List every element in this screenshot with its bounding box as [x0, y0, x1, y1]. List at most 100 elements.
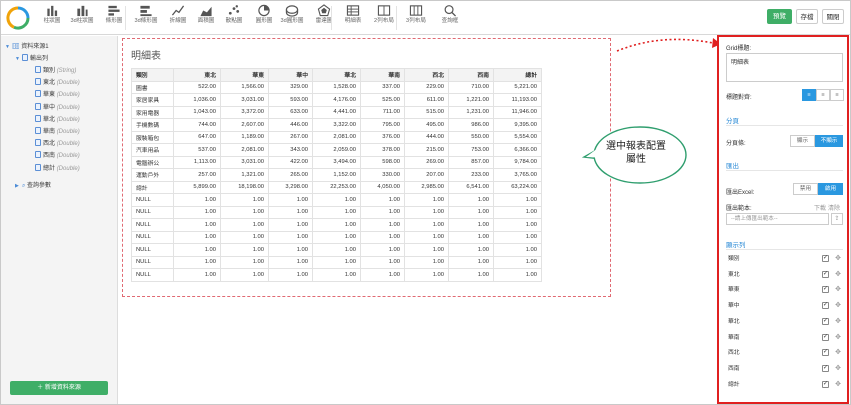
column-header[interactable]: 東北 [173, 68, 221, 82]
tree-field[interactable]: 西南 (Double) [35, 151, 80, 162]
horizontal-bar-chart-icon [108, 5, 120, 16]
tree-field[interactable]: 華東 (Double) [35, 90, 80, 101]
column-header[interactable]: 類別 [131, 68, 174, 82]
move-handle-icon[interactable]: ✥ [835, 333, 841, 343]
download-link[interactable]: 下載 [814, 203, 826, 212]
table-cell: 5,554.00 [493, 130, 542, 144]
column-header[interactable]: 華北 [312, 68, 361, 82]
display-column-item: 西南 ✓ ✥ [728, 364, 843, 374]
tree-query-params[interactable]: ▶ ⌕ 查詢參數 [15, 181, 51, 192]
move-handle-icon[interactable]: ✥ [835, 348, 841, 358]
move-handle-icon[interactable]: ✥ [835, 301, 841, 311]
grid-title-input[interactable]: 明細表 [726, 53, 843, 82]
table-cell: 1,566.00 [220, 80, 269, 94]
tree-output[interactable]: ▼ 輸出列 [15, 54, 48, 65]
field-icon [35, 66, 41, 73]
template-select[interactable]: --請上傳匯出範本-- [726, 213, 829, 225]
paging-hide-button[interactable]: 不顯示 [815, 135, 843, 147]
tool-scatter-chart[interactable]: 散點圖 [219, 4, 249, 32]
column-header[interactable]: 西南 [448, 68, 494, 82]
checkbox-checked-icon[interactable]: ✓ [822, 333, 829, 341]
add-datasource-button[interactable]: ＋ 新增資料來源 [10, 381, 108, 395]
paging-show-button[interactable]: 顯示 [790, 135, 815, 147]
excel-enable-button[interactable]: 啟用 [818, 183, 843, 195]
column-header[interactable]: 總計 [493, 68, 542, 82]
preview-button[interactable]: 預覽 [767, 9, 792, 24]
table-cell: 257.00 [173, 168, 221, 182]
tool-search[interactable]: 查詢框 [435, 4, 465, 32]
tree-field[interactable]: 華北 (Double) [35, 114, 80, 126]
table-row: NULL 1.00 1.00 1.00 1.00 1.00 1.00 1.00 1.00 [131, 218, 542, 232]
move-handle-icon[interactable]: ✥ [835, 380, 841, 390]
chevron-down-icon[interactable]: ▼ [15, 54, 22, 65]
field-type: (Double) [56, 129, 80, 135]
table-cell: 444.00 [404, 130, 449, 144]
table-cell: 633.00 [268, 105, 313, 119]
tree-datasource[interactable]: ▼ 🗄 資料來源1 [5, 42, 49, 53]
tree-field[interactable]: 類別 (String) [35, 66, 76, 77]
align-left-icon: ≡ [807, 92, 811, 98]
three-column-layout-icon [409, 5, 423, 16]
tool-label: 3列布局 [406, 18, 426, 24]
chevron-down-icon[interactable]: ▼ [5, 42, 12, 53]
tool-pie-chart[interactable]: 圓形圖 [249, 4, 279, 32]
table-cell: 1,043.00 [173, 105, 221, 119]
column-header[interactable]: 華南 [360, 68, 405, 82]
tool-three-column-layout[interactable]: 3列布局 [401, 4, 431, 32]
tool-3d-pie-chart[interactable]: 3d圓形圖 [277, 4, 307, 32]
tool-two-column-layout[interactable]: 2列布局 [369, 4, 399, 32]
field-name: 類別 [43, 68, 56, 74]
tool-line-chart[interactable]: 折線圖 [163, 4, 193, 32]
tree-field[interactable]: 華中 (Double) [35, 102, 80, 114]
align-right-button[interactable]: ≡ [830, 89, 844, 101]
tool-3d-bar-chart[interactable]: 3d柱狀圖 [67, 4, 97, 32]
tree-field[interactable]: 東北 (Double) [35, 78, 80, 89]
close-button[interactable]: 關閉 [822, 9, 844, 24]
tool-radar-chart[interactable]: 雷達圖 [309, 4, 339, 32]
checkbox-checked-icon[interactable]: ✓ [822, 317, 829, 325]
move-handle-icon[interactable]: ✥ [835, 270, 841, 280]
excel-disable-button[interactable]: 禁用 [793, 183, 818, 195]
checkbox-checked-icon[interactable]: ✓ [822, 302, 829, 310]
column-header[interactable]: 華中 [268, 68, 313, 82]
toolbar-divider [396, 6, 397, 30]
move-handle-icon[interactable]: ✥ [835, 364, 841, 374]
table-row: NULL 1.00 1.00 1.00 1.00 1.00 1.00 1.00 1.00 [131, 205, 542, 219]
table-cell: 495.00 [404, 118, 449, 132]
save-button[interactable]: 存檔 [796, 9, 818, 24]
align-left-button[interactable]: ≡ [802, 89, 816, 101]
move-handle-icon[interactable]: ✥ [835, 317, 841, 327]
checkbox-checked-icon[interactable]: ✓ [822, 349, 829, 357]
field-name: 華中 [43, 104, 56, 111]
tool-detail-table[interactable]: 明細表 [338, 4, 368, 32]
detail-table[interactable]: 類別 東北 華東 華中 華北 華南 西北 西南 總計 圖書 522.00 1,566.00 329.0… [131, 68, 542, 282]
column-header[interactable]: 華東 [220, 68, 269, 82]
upload-button[interactable]: ⇪ [831, 213, 843, 225]
tool-area-chart[interactable]: 面積圖 [191, 4, 221, 32]
checkbox-checked-icon[interactable]: ✓ [822, 270, 829, 278]
tree-field[interactable]: 西北 (Double) [35, 139, 80, 150]
datasource-sidebar: ▼ 🗄 資料來源1 ▼ 輸出列 類別 (String) 東北 (Double) 華東 (… [1, 36, 118, 404]
table-cell: 1.00 [220, 243, 269, 257]
tool-bar-chart[interactable]: 柱狀圖 [37, 4, 67, 32]
clear-link[interactable]: 清除 [828, 203, 840, 212]
toolbar-divider [331, 6, 332, 30]
column-header[interactable]: 西北 [404, 68, 449, 82]
checkbox-checked-icon[interactable]: ✓ [822, 286, 829, 294]
tool-3d-horizontal-bar-chart[interactable]: 3d條形圖 [131, 4, 161, 32]
field-name: 西南 [43, 153, 56, 160]
chevron-right-icon[interactable]: ▶ [15, 181, 22, 192]
tree-field[interactable]: 總計 (Double) [35, 163, 80, 175]
align-center-button[interactable]: ≡ [816, 89, 830, 101]
output-label: 輸出列 [30, 56, 49, 62]
table-cell: 1.00 [220, 218, 269, 232]
tree-field[interactable]: 華南 (Double) [35, 127, 80, 138]
checkbox-checked-icon[interactable]: ✓ [822, 255, 829, 262]
move-handle-icon[interactable]: ✥ [835, 254, 841, 264]
report-canvas[interactable]: 明細表 類別 東北 華東 華中 華北 華南 西北 西南 總計 圖書 522.00 1,566.00 3… [122, 38, 611, 297]
table-cell: 1.00 [312, 243, 361, 257]
checkbox-checked-icon[interactable]: ✓ [822, 380, 829, 388]
checkbox-checked-icon[interactable]: ✓ [822, 364, 829, 372]
display-column-item: 東北 ✓ ✥ [728, 270, 843, 280]
move-handle-icon[interactable]: ✥ [835, 285, 841, 295]
